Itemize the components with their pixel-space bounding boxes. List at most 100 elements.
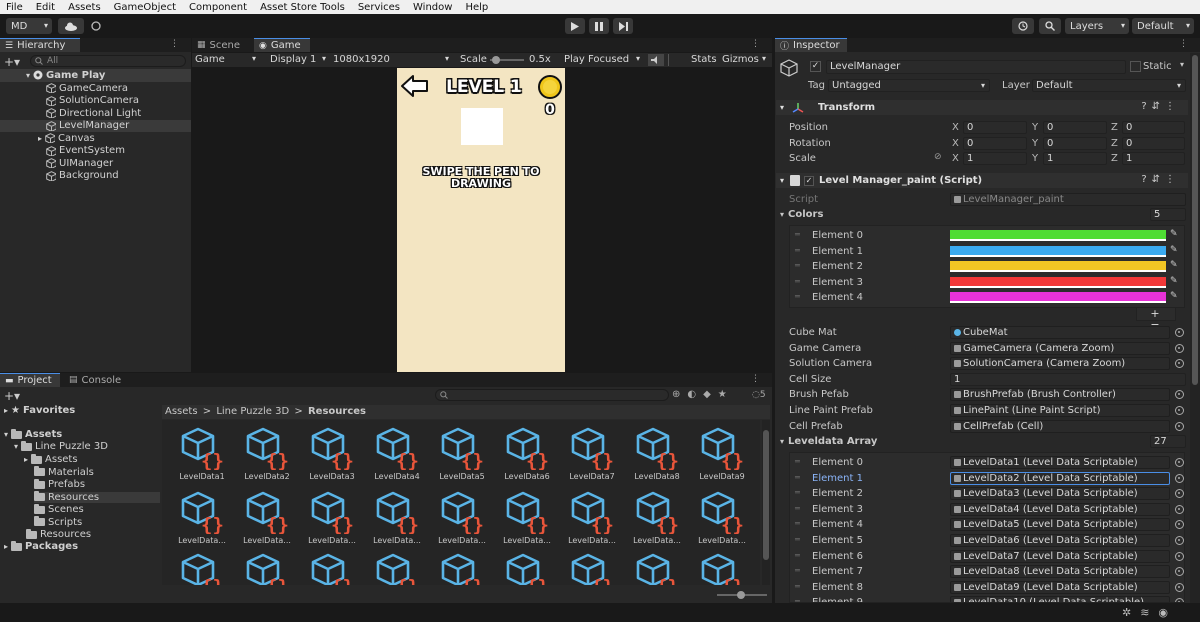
asset-item[interactable]: {} LevelData... — [172, 490, 232, 550]
asset-item[interactable]: {} LevelData... — [497, 490, 557, 550]
object-field[interactable]: GameCamera (Camera Zoom) — [950, 341, 1170, 355]
tree-favorites[interactable]: ▸ ★ Favorites — [4, 405, 75, 416]
tree-packages[interactable]: ▸ Packages — [4, 540, 78, 552]
asset-item[interactable]: {} LevelData9 — [692, 426, 752, 486]
drag-handle-icon[interactable]: ═ — [795, 277, 800, 286]
mute-audio-button[interactable] — [648, 54, 664, 66]
tab-hierarchy[interactable]: ☰ Hierarchy — [0, 38, 80, 52]
back-arrow-icon[interactable] — [400, 74, 430, 98]
breadcrumb-item[interactable]: Resources — [308, 406, 366, 417]
colors-add-remove[interactable]: +− — [1136, 307, 1176, 330]
colors-size-field[interactable]: 5 — [1150, 208, 1186, 221]
eyedropper-icon[interactable]: ✎ — [1170, 291, 1178, 301]
object-picker-icon[interactable] — [1175, 582, 1184, 592]
object-picker-icon[interactable] — [1175, 504, 1184, 514]
hierarchy-item[interactable]: EventSystem — [0, 145, 191, 158]
eyedropper-icon[interactable]: ✎ — [1170, 245, 1178, 255]
create-asset-button[interactable]: +▾ — [4, 389, 20, 403]
tree-folder[interactable]: Scripts — [34, 516, 82, 528]
object-picker-icon[interactable] — [1175, 421, 1184, 431]
hierarchy-item[interactable]: GameCamera — [0, 82, 191, 95]
object-field[interactable]: CubeMat — [950, 326, 1170, 339]
link-scale-icon[interactable]: ⊘ — [934, 152, 942, 162]
tree-assets[interactable]: ▾ Assets — [4, 428, 62, 440]
menu-item-edit[interactable]: Edit — [36, 2, 55, 13]
icon-size-slider[interactable] — [717, 591, 767, 599]
game-mode-dropdown[interactable]: Game — [195, 54, 225, 65]
layer-dropdown[interactable]: Default ▾ — [1032, 79, 1186, 92]
cell-size-field[interactable]: 1 — [950, 372, 1186, 386]
asset-item[interactable]: {} — [432, 552, 492, 585]
slider-handle[interactable] — [737, 591, 745, 599]
drag-handle-icon[interactable]: ═ — [795, 261, 800, 270]
step-button[interactable] — [613, 18, 633, 34]
tree-folder[interactable]: Materials — [34, 466, 94, 478]
tree-line-puzzle[interactable]: ▾ Line Puzzle 3D — [14, 440, 108, 452]
scale-x-field[interactable]: 1 — [963, 152, 1027, 165]
enabled-checkbox[interactable]: ✓ — [804, 175, 815, 186]
layout-dropdown[interactable]: Default ▾ — [1132, 18, 1194, 34]
hierarchy-item[interactable]: Directional Light — [0, 107, 191, 120]
inspector-scrollbar[interactable] — [1190, 53, 1200, 603]
asset-item[interactable]: {} LevelData6 — [497, 426, 557, 486]
eyedropper-icon[interactable]: ✎ — [1170, 260, 1178, 270]
position-y-field[interactable]: 0 — [1043, 121, 1107, 134]
scale-slider-handle[interactable] — [492, 56, 501, 64]
drag-handle-icon[interactable]: ═ — [795, 473, 800, 482]
hierarchy-item[interactable]: UIManager — [0, 157, 191, 170]
asset-item[interactable]: {} LevelData7 — [562, 426, 622, 486]
drag-handle-icon[interactable]: ═ — [795, 488, 800, 497]
active-checkbox[interactable]: ✓ — [810, 61, 821, 72]
display-dropdown[interactable]: Display 1 — [270, 54, 316, 65]
history-button[interactable] — [1012, 18, 1034, 34]
tag-dropdown[interactable]: Untagged ▾ — [828, 79, 990, 92]
menu-item-gameobject[interactable]: GameObject — [114, 2, 176, 13]
object-field[interactable]: BrushPrefab (Brush Controller) — [950, 388, 1170, 402]
leveldata-object-field[interactable]: LevelData10 (Level Data Scriptable) — [950, 596, 1170, 602]
asset-item[interactable]: {} — [497, 552, 557, 585]
hierarchy-item[interactable]: LevelManager — [0, 119, 191, 132]
pause-button[interactable] — [589, 18, 609, 34]
transform-header[interactable]: ▾ Transform ?⇵⋮ — [776, 100, 1188, 115]
cloud-button[interactable] — [58, 18, 84, 34]
breadcrumb-item[interactable]: Assets — [165, 406, 198, 417]
project-search-input[interactable] — [435, 389, 669, 401]
play-button[interactable] — [565, 18, 585, 34]
scale-z-field[interactable]: 1 — [1122, 152, 1185, 165]
layers-dropdown[interactable]: Layers ▾ — [1065, 18, 1129, 34]
project-filter-icons[interactable]: ⊕◐◆★ — [672, 389, 734, 400]
search-button[interactable] — [1039, 18, 1061, 34]
tree-resources-root[interactable]: Resources — [26, 528, 91, 540]
object-field[interactable]: LinePaint (Line Paint Script) — [950, 404, 1170, 417]
asset-item[interactable]: {} LevelData... — [432, 490, 492, 550]
menu-item-asset-store-tools[interactable]: Asset Store Tools — [260, 2, 345, 13]
script-component-header[interactable]: ▾ ✓ Level Manager_paint (Script) ?⇵⋮ — [776, 173, 1188, 188]
leveldata-size-field[interactable]: 27 — [1150, 435, 1186, 448]
object-picker-icon[interactable] — [1175, 536, 1184, 545]
drag-handle-icon[interactable]: ═ — [795, 246, 800, 255]
position-z-field[interactable]: 0 — [1122, 121, 1185, 134]
leveldata-object-field[interactable]: LevelData2 (Level Data Scriptable) — [950, 471, 1170, 485]
add-object-button[interactable]: +▾ — [4, 55, 20, 69]
panel-menu-icons[interactable]: ⋮ — [751, 39, 766, 49]
menu-item-services[interactable]: Services — [358, 2, 400, 13]
account-dropdown[interactable]: MD ▾ — [6, 18, 52, 34]
leveldata-object-field[interactable]: LevelData4 (Level Data Scriptable) — [950, 502, 1170, 516]
leveldata-object-field[interactable]: LevelData8 (Level Data Scriptable) — [950, 565, 1170, 579]
leveldata-object-field[interactable]: LevelData7 (Level Data Scriptable) — [950, 549, 1170, 563]
leveldata-object-field[interactable]: LevelData9 (Level Data Scriptable) — [950, 580, 1170, 594]
hidden-packages-count[interactable]: ◌5 — [752, 390, 766, 400]
asset-item[interactable]: {} LevelData... — [692, 490, 752, 550]
position-x-field[interactable]: 0 — [963, 121, 1027, 134]
asset-item[interactable]: {} LevelData2 — [237, 426, 297, 486]
scrollbar-thumb[interactable] — [763, 430, 769, 560]
asset-scrollbar[interactable] — [762, 420, 770, 585]
object-picker-icon[interactable] — [1175, 458, 1184, 467]
static-checkbox[interactable] — [1130, 61, 1141, 72]
scale-slider[interactable] — [490, 56, 524, 64]
chevron-down-icon[interactable]: ▾ — [1180, 60, 1184, 69]
leveldata-object-field[interactable]: LevelData5 (Level Data Scriptable) — [950, 518, 1170, 532]
leveldata-object-field[interactable]: LevelData1 (Level Data Scriptable) — [950, 456, 1170, 469]
status-icons[interactable]: ✲≋◉ — [1122, 606, 1177, 619]
colors-foldout[interactable]: ▾ Colors — [780, 209, 823, 220]
